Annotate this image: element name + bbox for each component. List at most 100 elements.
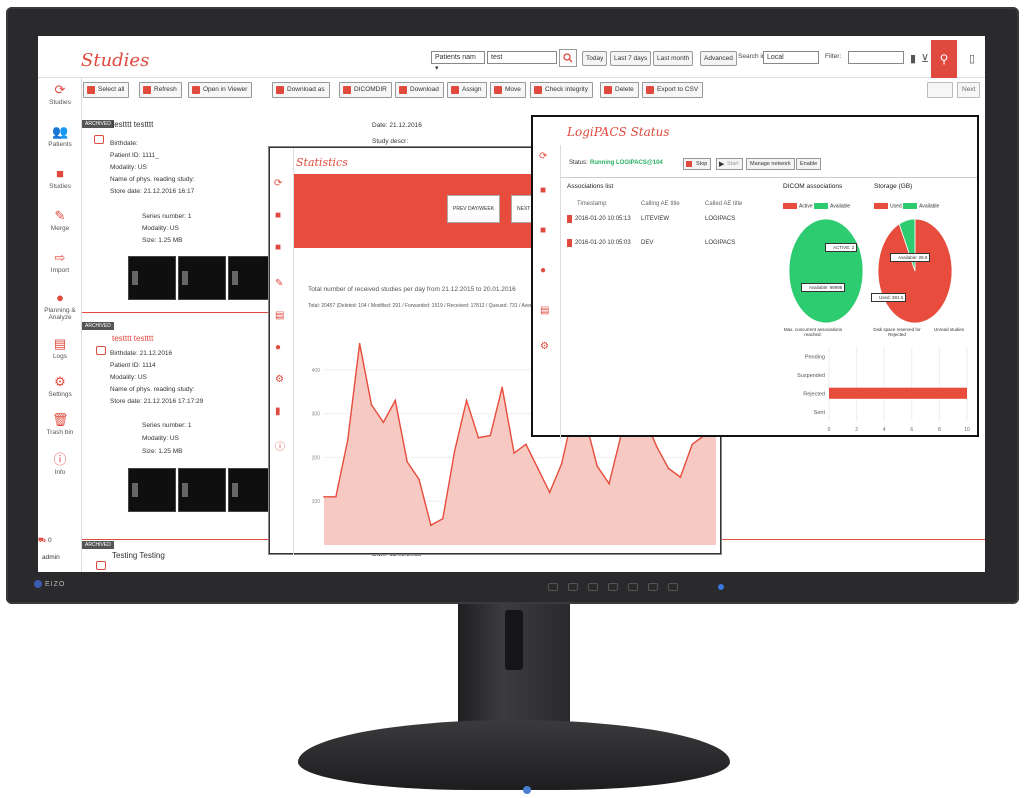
data-point: [370, 404, 373, 406]
sidebar-item-analyze[interactable]: ● Planning & Analyze: [38, 290, 82, 321]
series-thumbnail[interactable]: [128, 468, 176, 512]
analyze-icon[interactable]: ●: [540, 265, 546, 276]
sidebar-item-settings[interactable]: ⚙ Settings: [38, 374, 82, 398]
search-panel-icon[interactable]: ⚲: [931, 40, 957, 78]
prev-button[interactable]: [927, 82, 953, 98]
cart-counter[interactable]: ⛟ 0: [38, 536, 82, 545]
dicomdir-button[interactable]: DICOMDIR: [339, 82, 392, 98]
y-tick-label: 400: [312, 368, 321, 374]
reading-physician: Name of phys. reading study:: [110, 176, 195, 183]
data-point: [430, 524, 432, 527]
row-marker: [567, 215, 572, 223]
search-in-select[interactable]: Local: [763, 51, 819, 64]
patient-id: Patient ID: 1111_: [110, 152, 159, 159]
bar-category-label: Pending: [805, 354, 825, 360]
move-button[interactable]: Move: [490, 82, 526, 98]
data-point: [477, 436, 480, 439]
clipboard-icon[interactable]: ▯: [963, 49, 981, 67]
sidebar-item-patients[interactable]: 👥 Patients: [38, 124, 82, 148]
search-icon[interactable]: [559, 49, 577, 67]
bar-category-label: Sent: [814, 410, 826, 416]
action-toolbar: Select all Refresh Open in Viewer Downlo…: [82, 82, 985, 100]
studies-icon[interactable]: ■: [275, 242, 281, 253]
col-timestamp: Timestamp: [577, 201, 607, 207]
pie-label-storage-used: Used: 381.5: [871, 293, 907, 302]
pie-label-storage-available: Available: 28.8: [890, 253, 931, 262]
next-button[interactable]: Next: [957, 82, 981, 98]
check-integrity-button[interactable]: Check integrity: [530, 82, 593, 98]
export-csv-button[interactable]: Export to CSV: [642, 82, 704, 98]
stand-indicator: [523, 786, 531, 794]
info-icon[interactable]: ⓘ: [275, 438, 285, 453]
table-cell: LOGIPACS: [705, 240, 736, 246]
table-cell: LOGIPACS: [705, 216, 736, 222]
patients-icon[interactable]: ■: [540, 185, 546, 196]
prev-period-button[interactable]: PREV DAY/WEEK: [447, 195, 501, 223]
logo-icon[interactable]: ⟳: [539, 151, 547, 162]
data-point: [418, 478, 420, 481]
logo-icon[interactable]: ⟳: [274, 178, 282, 189]
sidebar-item-logs[interactable]: ▤ Logs: [38, 336, 82, 360]
start-button[interactable]: ▶ Start: [716, 158, 743, 170]
logs-icon[interactable]: ▤: [540, 305, 549, 316]
series-thumbnail[interactable]: [178, 256, 226, 300]
sidebar-item-import[interactable]: ⇨ Import: [38, 250, 82, 274]
search-field-select[interactable]: Patients nam ▾: [431, 51, 485, 72]
patients-icon[interactable]: ■: [275, 210, 281, 221]
data-point: [667, 467, 670, 470]
analyze-icon[interactable]: ●: [275, 342, 281, 353]
series-modality: Modality: US: [142, 435, 179, 442]
sidebar-item-merge[interactable]: ✎ Merge: [38, 208, 82, 232]
series-thumbnail[interactable]: [178, 468, 226, 512]
data-point: [537, 467, 539, 470]
statistics-summary: Total number of received studies per day…: [308, 286, 516, 293]
today-button[interactable]: Today: [582, 51, 608, 66]
cart-icon: ⛟: [38, 537, 47, 544]
download-button[interactable]: Download: [395, 82, 444, 98]
last-7-days-button[interactable]: Last 7 days: [610, 51, 652, 66]
settings-icon[interactable]: ⚙: [275, 374, 284, 385]
x-tick-label: 10: [964, 427, 970, 433]
stop-button[interactable]: Stop: [683, 158, 712, 170]
refresh-button[interactable]: Refresh: [139, 82, 182, 98]
trash-icon[interactable]: ▮: [275, 406, 281, 417]
open-in-viewer-button[interactable]: Open in Viewer: [188, 82, 253, 98]
user-label[interactable]: admin: [38, 554, 82, 561]
y-tick-label: 200: [312, 455, 321, 461]
sidebar-item-trash[interactable]: 🗑 Trash bin: [38, 412, 82, 436]
merge-icon[interactable]: ✎: [275, 278, 283, 289]
status-badge: ARCHIVED: [82, 322, 114, 330]
data-point: [335, 496, 337, 498]
last-month-button[interactable]: Last month: [653, 51, 694, 66]
col-called-ae: Called AE title: [705, 201, 743, 207]
status-sidebar: ⟳ ■ ■ ● ▤ ⚙: [533, 145, 561, 439]
sidebar-item-studies[interactable]: ■ Studies: [38, 166, 82, 190]
studies-icon[interactable]: ■: [540, 225, 546, 236]
series-thumbnail[interactable]: [128, 256, 176, 300]
table-cell: 2016-01-20 10:05:03: [575, 240, 631, 246]
filter-select[interactable]: [848, 51, 904, 64]
manage-network-button[interactable]: Manage network: [746, 158, 795, 170]
status-badge: ARCHIVED: [82, 541, 114, 549]
logipacs-status-window: LogiPACS Status ⟳ ■ ■ ● ▤ ⚙ Status: Runn…: [531, 115, 979, 439]
start-label: Start: [727, 161, 739, 167]
settings-icon[interactable]: ⚙: [540, 341, 549, 352]
patient-name: Testing Testing: [112, 551, 165, 560]
enable-button[interactable]: Enable: [796, 158, 822, 170]
sidebar: ⟳ Studies 👥 Patients ■ Studies ✎ Merge ⇨ Impo…: [38, 78, 82, 572]
search-input[interactable]: test: [487, 51, 557, 64]
storage-pie: [877, 218, 953, 324]
sidebar-item-logo[interactable]: ⟳ Studies: [38, 82, 82, 106]
download-as-button[interactable]: Download as: [272, 82, 330, 98]
legend-label: Available: [830, 203, 851, 210]
sidebar-item-info[interactable]: ⓘ Info: [38, 452, 82, 476]
data-point: [655, 445, 658, 448]
import-icon[interactable]: ▤: [275, 310, 284, 321]
advanced-button[interactable]: Advanced: [700, 51, 737, 66]
statistics-sidebar: ⟳ ■ ■ ✎ ▤ ● ⚙ ▮ ⓘ: [270, 148, 294, 555]
assign-button[interactable]: Assign: [447, 82, 487, 98]
delete-button[interactable]: Delete: [600, 82, 639, 98]
select-all-button[interactable]: Select all: [83, 82, 130, 98]
bar-category-label: Rejected: [803, 391, 825, 397]
legend-storage: Used Available: [874, 203, 939, 209]
